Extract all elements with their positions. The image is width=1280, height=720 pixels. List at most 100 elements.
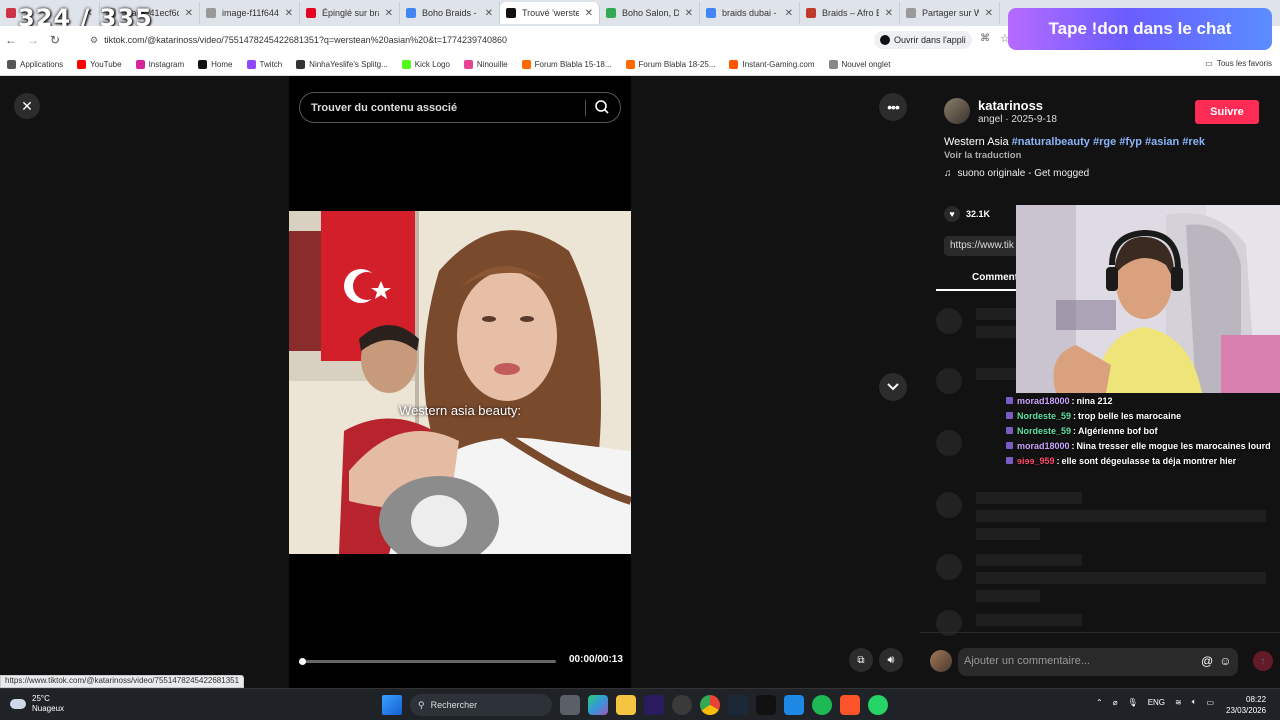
close-tab-icon[interactable]: ✕ bbox=[485, 8, 493, 19]
volume-button[interactable]: 🔊︎ bbox=[879, 648, 903, 672]
weather-condition: Nuageux bbox=[32, 704, 65, 713]
related-search-input[interactable]: Trouver du contenu associé bbox=[299, 92, 621, 123]
premiere-icon[interactable] bbox=[644, 695, 664, 715]
close-tab-icon[interactable]: ✕ bbox=[885, 8, 893, 19]
steam-icon[interactable] bbox=[728, 695, 748, 715]
hashtag[interactable]: #rge bbox=[1093, 136, 1116, 148]
translate-icon[interactable]: ⌘ bbox=[980, 33, 990, 44]
all-bookmarks[interactable]: ▭ Tous les favoris bbox=[1205, 59, 1272, 68]
back-icon[interactable]: ← bbox=[0, 33, 22, 47]
bookmark-item[interactable]: NinhaYeslife's Splitg... bbox=[289, 60, 395, 69]
chrome-icon[interactable] bbox=[700, 695, 720, 715]
sound-link[interactable]: ♫ suono originale - Get mogged bbox=[944, 168, 1089, 179]
tiktok-icon bbox=[880, 35, 890, 45]
forward-icon[interactable]: → bbox=[22, 33, 44, 47]
close-button[interactable]: ✕ bbox=[14, 93, 40, 119]
network-off-icon[interactable]: ⌀ bbox=[1113, 698, 1118, 707]
bookmark-item[interactable]: Home bbox=[191, 60, 239, 69]
chat-message: morad18000: nina 212 bbox=[1006, 393, 1280, 408]
progress-handle[interactable] bbox=[299, 658, 306, 665]
share-link-field[interactable]: https://www.tik bbox=[944, 236, 1024, 256]
bookmark-item[interactable]: Instagram bbox=[129, 60, 192, 69]
obs-icon[interactable] bbox=[672, 695, 692, 715]
chat-badge-icon bbox=[1006, 427, 1013, 434]
file-explorer-icon[interactable] bbox=[616, 695, 636, 715]
heart-icon: ♥ bbox=[944, 206, 960, 222]
browser-tab[interactable]: Partager sur W ✕ bbox=[900, 2, 1000, 24]
task-view-icon[interactable] bbox=[560, 695, 580, 715]
browser-tab[interactable]: Trouvé 'werste ✕ bbox=[500, 2, 600, 24]
app-icon[interactable] bbox=[784, 695, 804, 715]
bookmark-item[interactable]: Kick Logo bbox=[395, 60, 457, 69]
open-in-app-button[interactable]: Ouvrir dans l'appli bbox=[874, 31, 972, 49]
more-options-button[interactable]: ••• bbox=[879, 93, 907, 121]
weather-temp: 25°C bbox=[32, 694, 50, 703]
battery-icon[interactable]: ▭ bbox=[1207, 698, 1215, 707]
bookmark-item[interactable]: Applications bbox=[0, 60, 70, 69]
browser-tab[interactable]: Boho Salon, Dh ✕ bbox=[600, 2, 700, 24]
send-comment-button[interactable]: ↑ bbox=[1253, 651, 1273, 671]
author-username[interactable]: katarinoss bbox=[978, 98, 1043, 113]
bookmark-item[interactable]: YouTube bbox=[70, 60, 128, 69]
bookmark-item[interactable]: Twitch bbox=[240, 60, 290, 69]
bookmark-item[interactable]: Ninouille bbox=[457, 60, 515, 69]
browser-tab[interactable]: image-f11f644 ✕ bbox=[200, 2, 300, 24]
close-tab-icon[interactable]: ✕ bbox=[785, 8, 793, 19]
webcam-overlay bbox=[1016, 205, 1280, 393]
emoji-icon[interactable]: ☺ bbox=[1219, 654, 1231, 668]
speaker-icon[interactable]: 🔈︎ bbox=[1192, 697, 1197, 707]
site-info-icon[interactable]: ⚙ bbox=[90, 35, 98, 46]
comment-input[interactable]: Ajouter un commentaire... bbox=[958, 648, 1238, 676]
chevron-up-icon[interactable]: ⌃ bbox=[1096, 698, 1103, 707]
browser-tab[interactable]: Braids – Afro B ✕ bbox=[800, 2, 900, 24]
close-tab-icon[interactable]: ✕ bbox=[185, 8, 193, 19]
see-translation-link[interactable]: Voir la traduction bbox=[944, 150, 1021, 161]
video-frame[interactable] bbox=[289, 211, 631, 554]
close-tab-icon[interactable]: ✕ bbox=[585, 8, 593, 19]
copilot-icon[interactable] bbox=[588, 695, 608, 715]
bookmark-label: NinhaYeslife's Splitg... bbox=[309, 60, 388, 69]
search-icon[interactable] bbox=[594, 99, 610, 115]
bookmark-favicon-icon bbox=[198, 60, 208, 69]
floating-player-button[interactable]: ⧉ bbox=[849, 648, 873, 672]
hashtag[interactable]: #fyp bbox=[1119, 136, 1142, 148]
mic-icon[interactable]: 🎙︎ bbox=[1128, 698, 1138, 707]
language-indicator[interactable]: ENG bbox=[1148, 698, 1165, 707]
next-video-button[interactable] bbox=[879, 373, 907, 401]
brave-icon[interactable] bbox=[840, 695, 860, 715]
hashtag[interactable]: #naturalbeauty bbox=[1012, 136, 1090, 148]
taskbar-search[interactable]: ⚲ Rechercher bbox=[410, 694, 552, 716]
bookmark-item[interactable]: Forum Blabla 18-25... bbox=[619, 60, 723, 69]
close-tab-icon[interactable]: ✕ bbox=[385, 8, 393, 19]
clock[interactable]: 08:22 23/03/2026 bbox=[1226, 694, 1266, 716]
progress-bar[interactable] bbox=[299, 658, 556, 665]
hashtag[interactable]: #asian bbox=[1145, 136, 1179, 148]
whatsapp-icon[interactable] bbox=[868, 695, 888, 715]
spotify-icon[interactable] bbox=[812, 695, 832, 715]
more-icon: ••• bbox=[887, 99, 900, 115]
tiktok-app-icon[interactable] bbox=[756, 695, 776, 715]
author-avatar[interactable] bbox=[944, 98, 970, 124]
wifi-icon[interactable]: ≋ bbox=[1175, 698, 1182, 707]
browser-tab[interactable]: braids dubai - ✕ bbox=[700, 2, 800, 24]
windows-start-icon[interactable] bbox=[382, 695, 402, 715]
video-player[interactable]: Trouver du contenu associé Western asia … bbox=[289, 76, 631, 688]
close-tab-icon[interactable]: ✕ bbox=[685, 8, 693, 19]
browser-tab[interactable]: Épinglé sur bra ✕ bbox=[300, 2, 400, 24]
weather-widget[interactable]: 25°C Nuageux bbox=[10, 694, 64, 714]
bookmark-item[interactable]: Instant-Gaming.com bbox=[722, 60, 821, 69]
like-stat[interactable]: ♥ 32.1K bbox=[944, 206, 990, 222]
bookmark-item[interactable]: Nouvel onglet bbox=[822, 60, 898, 69]
mention-icon[interactable]: @ bbox=[1201, 654, 1213, 668]
browser-tab[interactable]: Boho Braids - 1 ✕ bbox=[400, 2, 500, 24]
hashtag[interactable]: #rek bbox=[1182, 136, 1205, 148]
follow-button[interactable]: Suivre bbox=[1195, 100, 1259, 124]
status-url: https://www.tiktok.com/@katarinoss/video… bbox=[0, 675, 245, 688]
close-tab-icon[interactable]: ✕ bbox=[285, 8, 293, 19]
tab-comments[interactable]: Comment bbox=[972, 272, 1018, 283]
url-field[interactable]: ⚙ tiktok.com/@katarinoss/video/755147824… bbox=[90, 30, 850, 50]
reload-icon[interactable]: ↻ bbox=[44, 33, 66, 47]
bookmark-item[interactable]: Forum Blabla 15-18... bbox=[515, 60, 619, 69]
close-tab-icon[interactable]: ✕ bbox=[985, 8, 993, 19]
tab-label: Épinglé sur bra bbox=[322, 8, 379, 18]
